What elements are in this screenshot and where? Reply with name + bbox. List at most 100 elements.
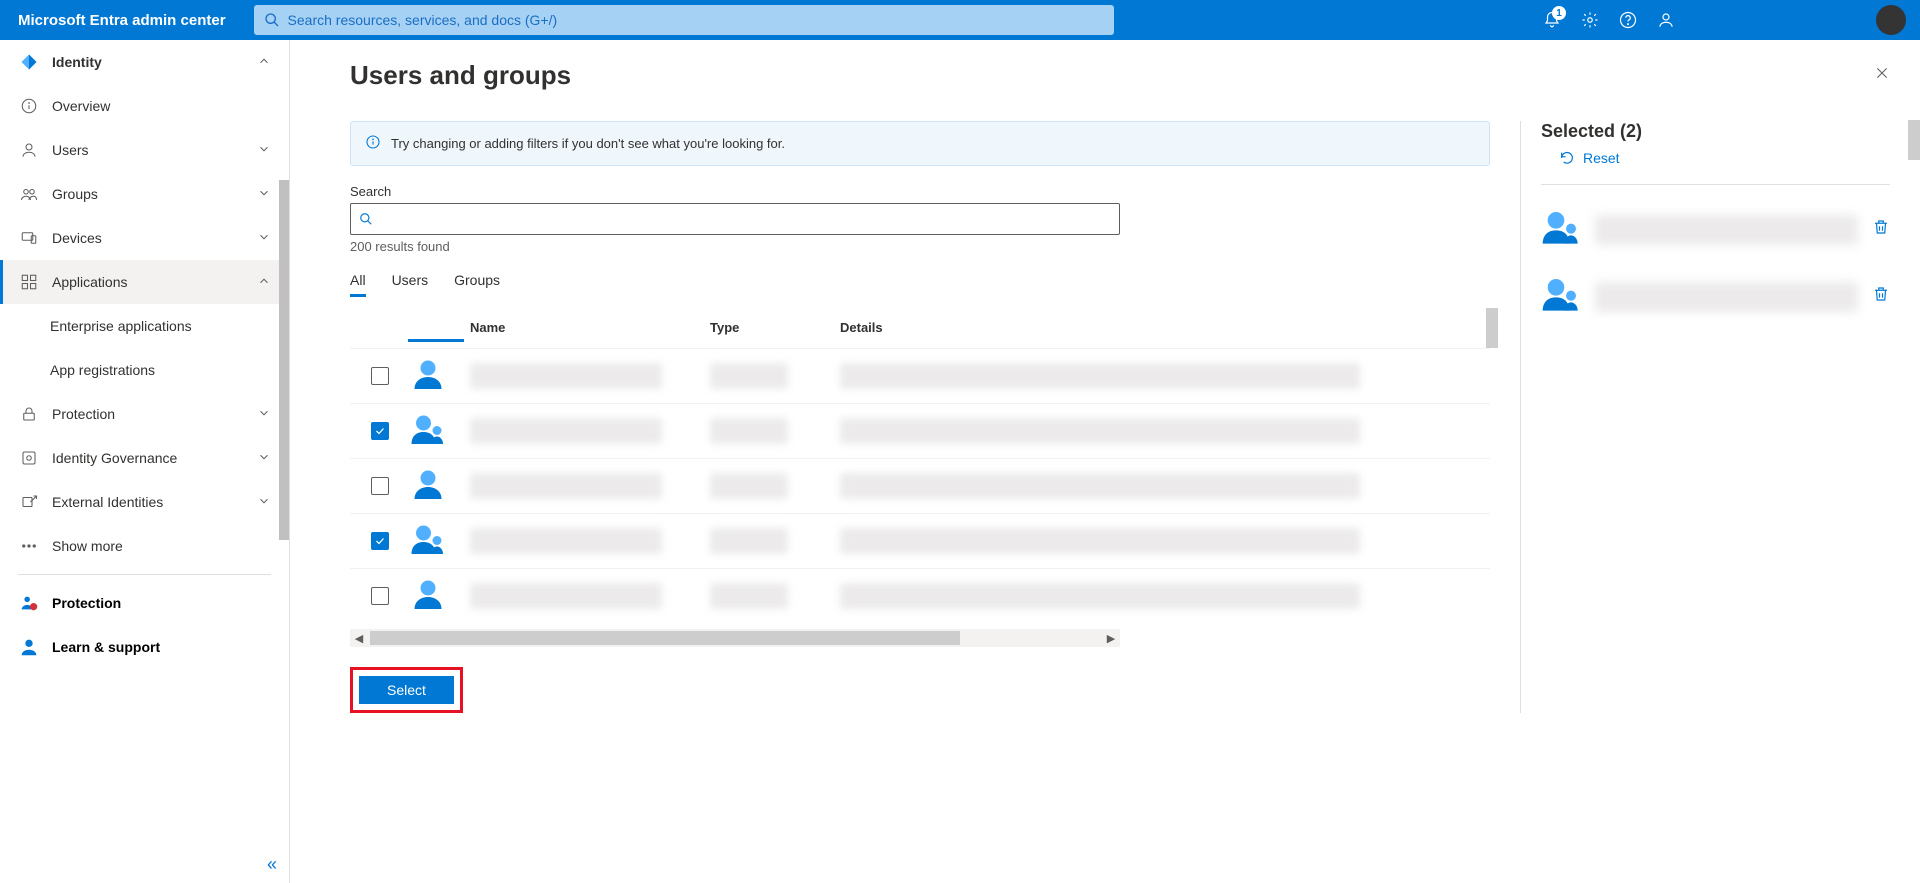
nav-label: Identity Governance — [52, 450, 177, 466]
select-button[interactable]: Select — [359, 676, 454, 704]
reset-label: Reset — [1583, 150, 1620, 166]
nav-applications[interactable]: Applications — [0, 260, 289, 304]
group-icon — [1541, 207, 1581, 252]
nav-devices[interactable]: Devices — [0, 216, 289, 260]
search-label: Search — [350, 184, 1490, 199]
topbar-icons: 1 — [1522, 10, 1696, 30]
reset-icon — [1559, 150, 1575, 166]
user-avatar[interactable] — [1876, 5, 1906, 35]
nav-learn-support[interactable]: Learn & support — [0, 625, 289, 669]
reset-button[interactable]: Reset — [1559, 150, 1890, 166]
nav-app-registrations[interactable]: App registrations — [0, 348, 289, 392]
nav-show-more[interactable]: Show more — [0, 524, 289, 568]
nav-label: Learn & support — [52, 639, 160, 655]
nav-protection-bottom[interactable]: Protection — [0, 581, 289, 625]
row-checkbox[interactable] — [371, 367, 389, 385]
row-details — [840, 583, 1360, 609]
search-icon — [359, 212, 373, 226]
col-type[interactable]: Type — [710, 320, 840, 335]
help-icon[interactable] — [1618, 10, 1638, 30]
nav-external-identities[interactable]: External Identities — [0, 480, 289, 524]
nav-label: Protection — [52, 406, 115, 422]
selected-panel: Selected (2) Reset — [1520, 121, 1890, 713]
results-table: Name Type Details — [350, 308, 1490, 647]
nav-label: External Identities — [52, 494, 163, 510]
table-row[interactable] — [350, 568, 1490, 623]
page-title: Users and groups — [350, 60, 571, 91]
row-checkbox[interactable] — [371, 587, 389, 605]
remove-selected-icon[interactable] — [1872, 285, 1890, 308]
nav-enterprise-apps[interactable]: Enterprise applications — [0, 304, 289, 348]
global-search[interactable] — [254, 5, 1114, 35]
nav-label: Show more — [52, 538, 123, 554]
banner-text: Try changing or adding filters if you do… — [391, 136, 785, 151]
nav-identity-governance[interactable]: Identity Governance — [0, 436, 289, 480]
row-type — [710, 418, 788, 444]
nav-overview[interactable]: Overview — [0, 84, 289, 128]
row-name — [470, 528, 662, 554]
remove-selected-icon[interactable] — [1872, 218, 1890, 241]
nav-scrollbar[interactable] — [279, 180, 289, 540]
search-field[interactable] — [350, 203, 1120, 235]
row-type — [710, 363, 788, 389]
governance-icon — [18, 449, 40, 467]
tab-users[interactable]: Users — [392, 266, 429, 297]
table-row[interactable] — [350, 458, 1490, 513]
row-checkbox[interactable] — [371, 422, 389, 440]
sort-indicator — [408, 339, 464, 342]
chevron-down-icon — [257, 142, 271, 159]
tab-groups[interactable]: Groups — [454, 266, 500, 297]
col-name[interactable]: Name — [470, 320, 710, 335]
row-details — [840, 418, 1360, 444]
nav-label: App registrations — [50, 362, 155, 378]
user-icon — [410, 576, 470, 617]
col-details[interactable]: Details — [840, 320, 1490, 335]
table-row[interactable] — [350, 348, 1490, 403]
results-count: 200 results found — [350, 239, 1490, 254]
table-row[interactable] — [350, 403, 1490, 458]
notifications-icon[interactable]: 1 — [1542, 10, 1562, 30]
product-title: Microsoft Entra admin center — [0, 12, 244, 29]
scroll-right-icon[interactable]: ▶ — [1102, 629, 1120, 647]
nav-users[interactable]: Users — [0, 128, 289, 172]
scroll-left-icon[interactable]: ◀ — [350, 629, 368, 647]
table-vscroll[interactable] — [1486, 308, 1498, 348]
row-checkbox[interactable] — [371, 477, 389, 495]
nav-identity[interactable]: Identity — [0, 40, 289, 84]
chevron-up-icon — [257, 274, 271, 291]
selected-title: Selected (2) — [1541, 121, 1890, 142]
table-hscroll[interactable]: ◀ ▶ — [350, 629, 1120, 647]
group-icon — [18, 185, 40, 203]
search-icon — [264, 12, 280, 28]
chevron-down-icon — [257, 494, 271, 511]
left-nav: Identity Overview Users Groups Devices A… — [0, 40, 290, 883]
collapse-nav-icon[interactable]: « — [267, 854, 277, 875]
nav-groups[interactable]: Groups — [0, 172, 289, 216]
close-icon[interactable] — [1874, 65, 1890, 86]
lock-icon — [18, 405, 40, 423]
tab-all[interactable]: All — [350, 266, 366, 297]
row-details — [840, 363, 1360, 389]
row-details — [840, 473, 1360, 499]
row-checkbox[interactable] — [371, 532, 389, 550]
row-details — [840, 528, 1360, 554]
devices-icon — [18, 229, 40, 247]
shield-user-icon — [18, 592, 40, 614]
table-row[interactable] — [350, 513, 1490, 568]
chevron-down-icon — [257, 230, 271, 247]
user-icon — [410, 356, 470, 397]
nav-protection[interactable]: Protection — [0, 392, 289, 436]
apps-icon — [18, 273, 40, 291]
search-input[interactable] — [379, 211, 1111, 227]
settings-icon[interactable] — [1580, 10, 1600, 30]
row-name — [470, 473, 662, 499]
feedback-icon[interactable] — [1656, 10, 1676, 30]
row-type — [710, 473, 788, 499]
table-header: Name Type Details — [350, 308, 1490, 345]
row-name — [470, 583, 662, 609]
selected-item-name — [1595, 215, 1858, 245]
selected-item — [1541, 274, 1890, 319]
global-search-input[interactable] — [288, 12, 1104, 28]
user-icon — [410, 466, 470, 507]
main-scrollbar[interactable] — [1908, 120, 1920, 160]
